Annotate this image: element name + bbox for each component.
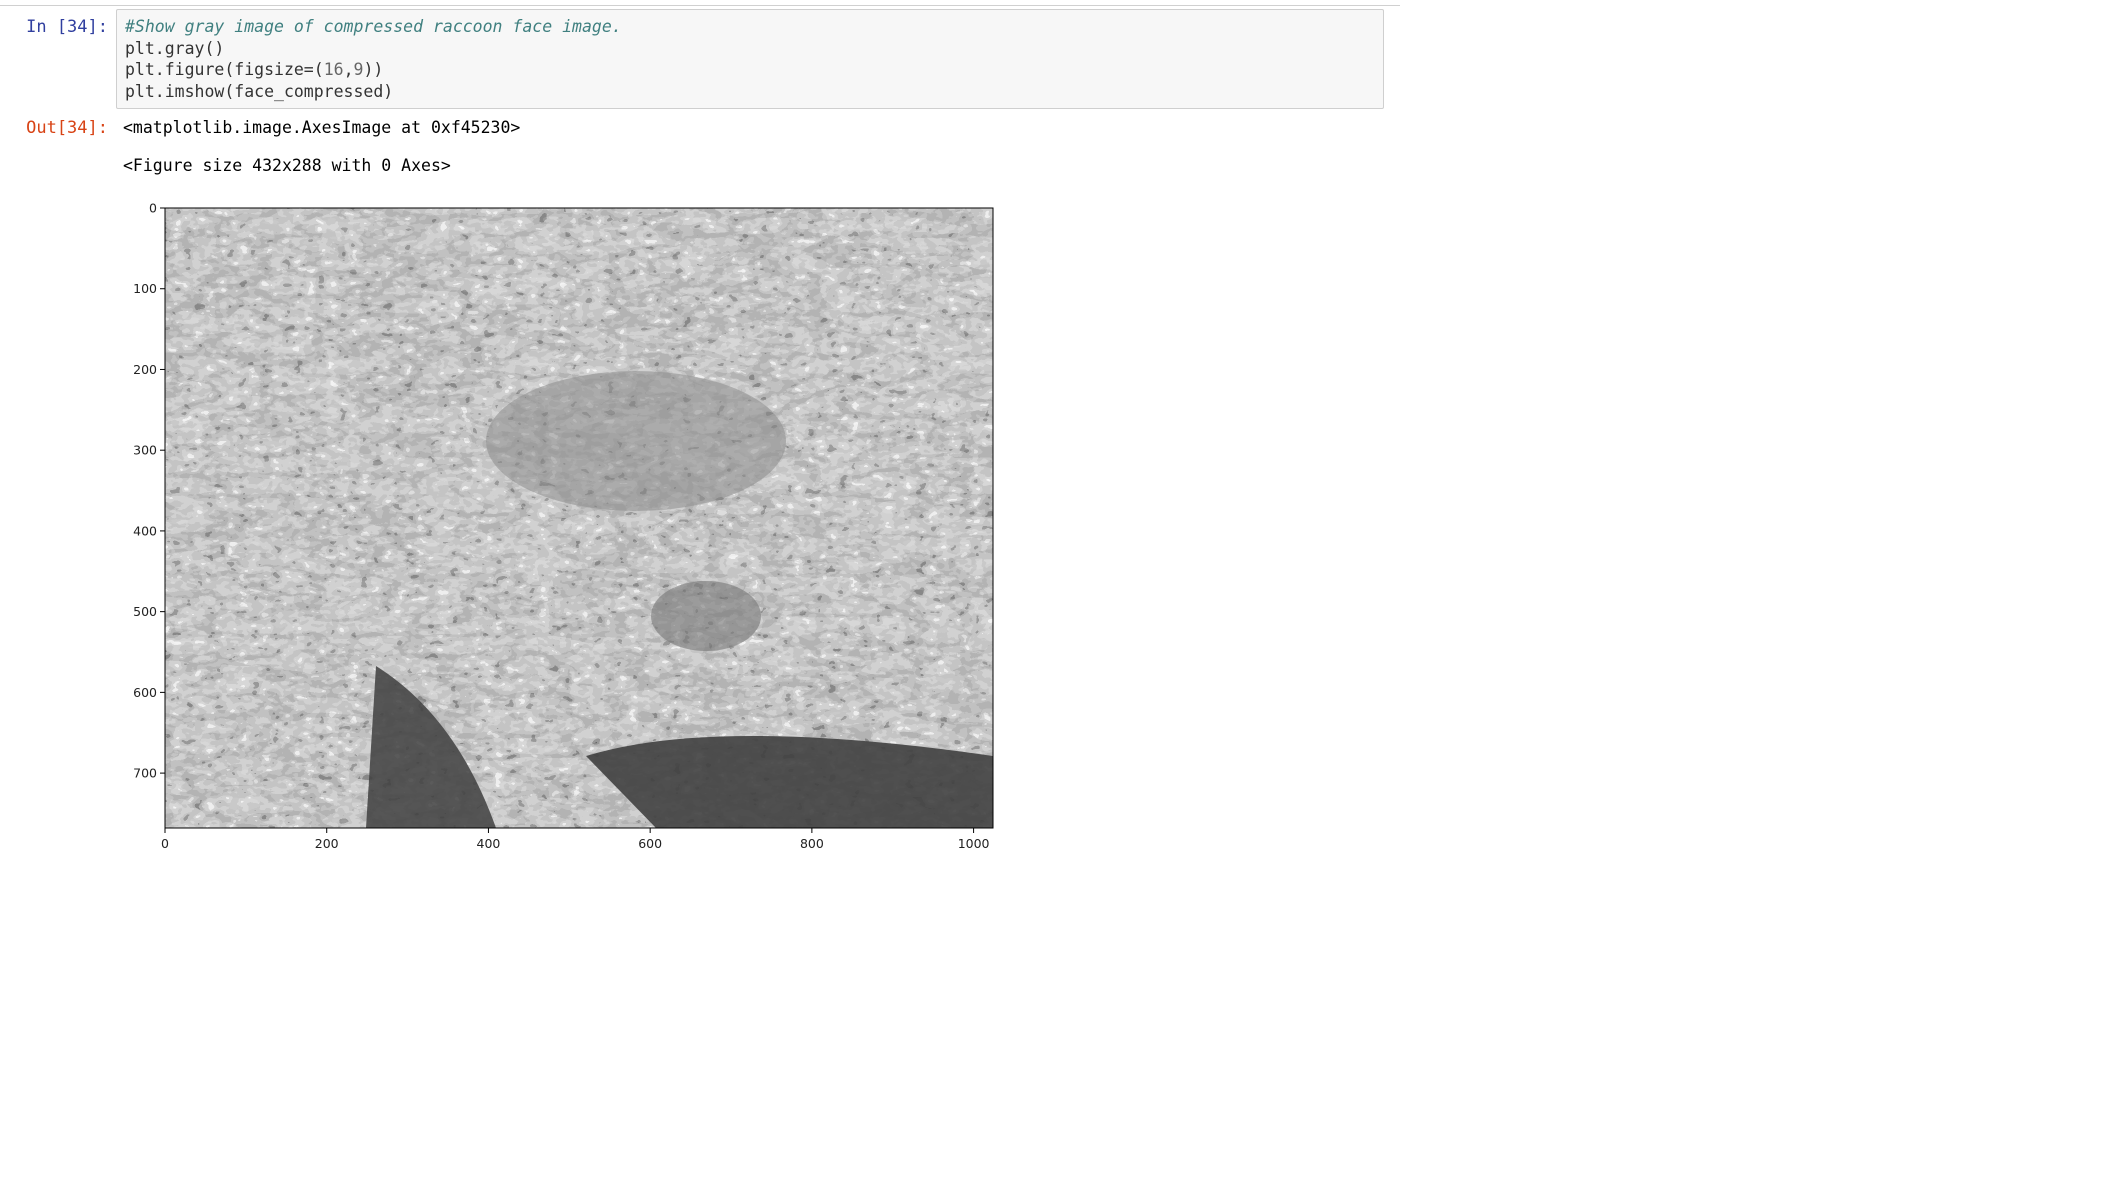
code-cell-input[interactable]: #Show gray image of compressed raccoon f… <box>116 9 1384 109</box>
y-tick-label-300: 300 <box>133 443 157 458</box>
code-number-9: 9 <box>353 60 364 79</box>
output-repr-figure: <Figure size 432x288 with 0 Axes> <box>123 156 451 175</box>
code-line-2-mid: , <box>343 60 354 79</box>
image-area <box>165 208 993 828</box>
x-tick-label-800: 800 <box>800 836 824 851</box>
code-line-2-pre: plt.figure(figsize=( <box>125 60 324 79</box>
imshow-plot: 0 100 200 300 400 500 600 700 0 200 400 600 800 1000 <box>133 201 994 851</box>
code-number-16: 16 <box>323 60 344 79</box>
y-tick-label-200: 200 <box>133 362 157 377</box>
y-tick-label-100: 100 <box>133 281 157 296</box>
x-tick-label-0: 0 <box>161 836 169 851</box>
input-prompt: In [34]: <box>26 17 108 37</box>
code-line-2: plt.figure(figsize=(16,9)) <box>125 59 1375 81</box>
x-tick-label-600: 600 <box>638 836 662 851</box>
y-axis: 0 100 200 300 400 500 600 700 <box>133 201 165 781</box>
output-repr-axesimage: <matplotlib.image.AxesImage at 0xf45230> <box>123 118 521 137</box>
y-tick-label-700: 700 <box>133 766 157 781</box>
y-tick-label-0: 0 <box>149 201 157 216</box>
x-tick-label-400: 400 <box>477 836 501 851</box>
y-tick-label-400: 400 <box>133 523 157 538</box>
x-tick-label-200: 200 <box>315 836 339 851</box>
y-tick-label-500: 500 <box>133 604 157 619</box>
y-tick-label-600: 600 <box>133 685 157 700</box>
x-tick-label-1000: 1000 <box>958 836 990 851</box>
x-axis: 0 200 400 600 800 1000 <box>161 828 990 851</box>
code-line-1: plt.gray() <box>125 38 225 58</box>
top-divider <box>0 5 1400 6</box>
code-line-2-post: )) <box>363 60 384 79</box>
code-line-3: plt.imshow(face_compressed) <box>125 81 394 101</box>
output-prompt: Out[34]: <box>26 118 108 138</box>
code-comment: #Show gray image of compressed raccoon f… <box>125 17 622 36</box>
